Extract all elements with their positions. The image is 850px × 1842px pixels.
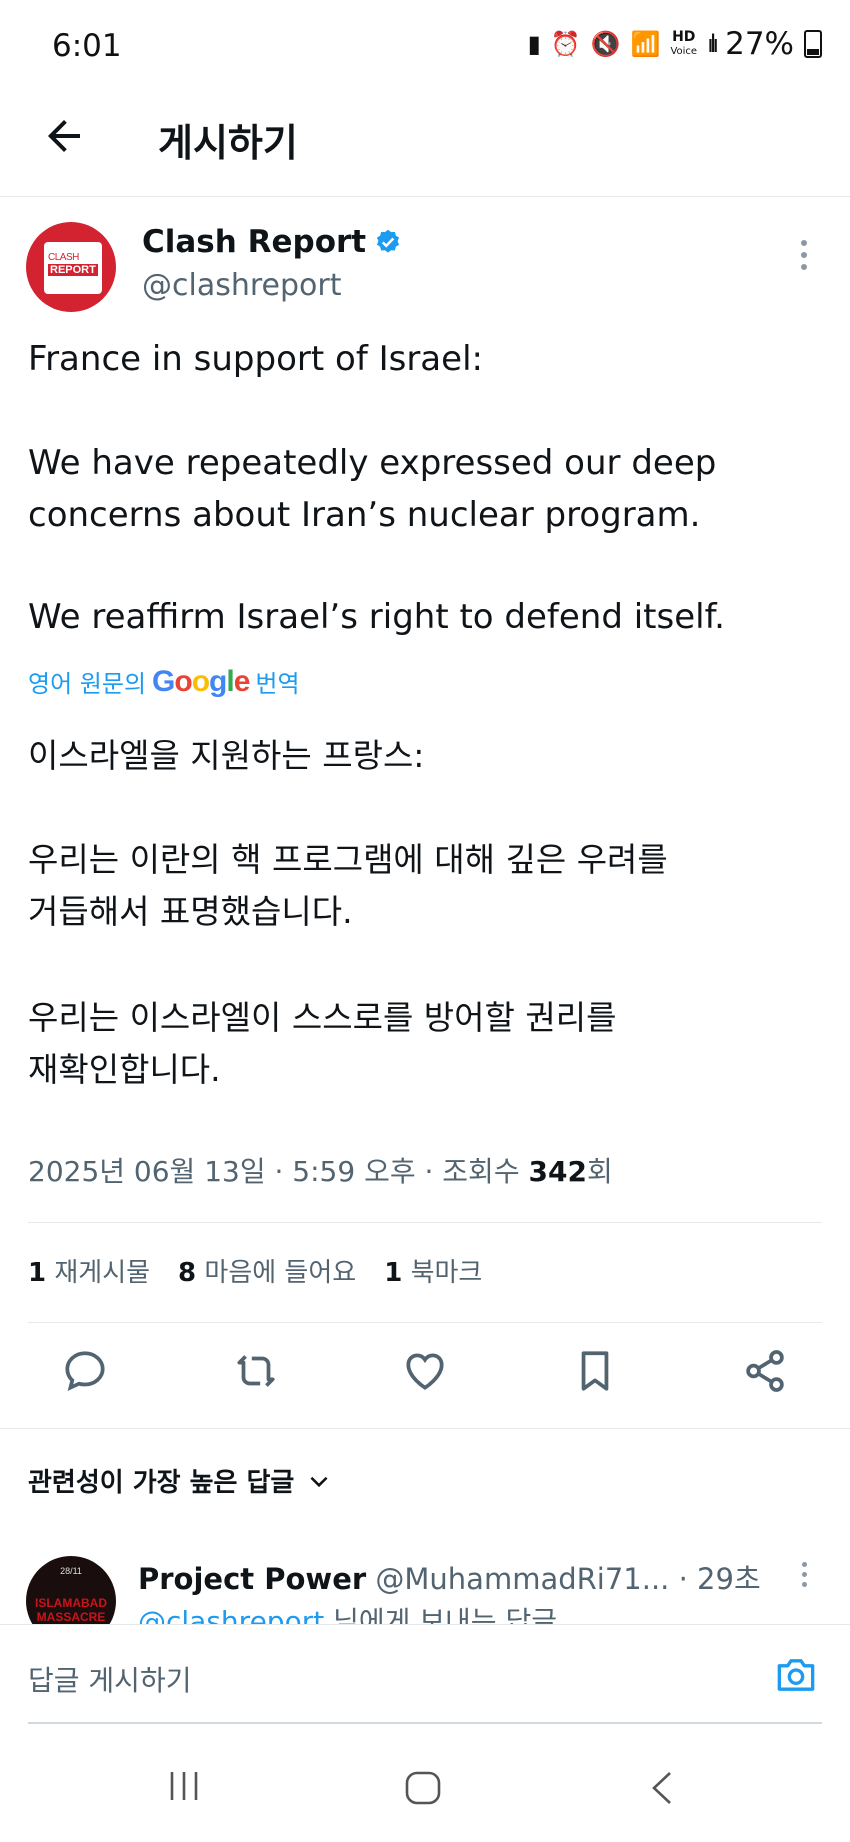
- camera-icon[interactable]: [774, 1655, 818, 1695]
- bookmark-icon[interactable]: [570, 1346, 620, 1396]
- reposts-stat[interactable]: 1 재게시물: [28, 1252, 150, 1289]
- chevron-down-icon: [310, 1476, 328, 1487]
- recent-apps-icon[interactable]: [166, 1770, 202, 1802]
- network-label: HD Voice: [670, 28, 698, 57]
- post-text-line: We reaffirm Israel’s right to defend its…: [28, 597, 725, 637]
- bookmarks-stat[interactable]: 1 북마크: [384, 1252, 482, 1289]
- system-nav-bar: [0, 1740, 850, 1842]
- author-handle[interactable]: @clashreport: [142, 268, 341, 303]
- engagement-stats: 1 재게시물 8 마음에 들어요 1 북마크: [28, 1252, 482, 1289]
- translated-line: 우리는 이란의 핵 프로그램에 대해 깊은 우려를: [28, 840, 668, 879]
- translated-line: 재확인합니다.: [28, 1050, 221, 1089]
- verified-badge-icon: [377, 229, 400, 253]
- battery-saver-icon: ▮: [527, 30, 541, 58]
- repost-icon[interactable]: [231, 1346, 281, 1396]
- reply-composer[interactable]: 답글 게시하기: [0, 1624, 850, 1725]
- view-count: 342: [528, 1155, 587, 1188]
- status-bar: 6:01 ▮ ⏰ 🔇 📶 HD Voice ılı 27%: [0, 0, 850, 92]
- post-text-line: concerns about Iran’s nuclear program.: [28, 495, 701, 535]
- reply-sort-dropdown[interactable]: 관련성이 가장 높은 답글: [28, 1462, 332, 1499]
- translated-line: 우리는 이스라엘이 스스로를 방어할 권리를: [28, 998, 617, 1037]
- google-logo: Google: [152, 664, 250, 698]
- home-icon[interactable]: [404, 1770, 442, 1806]
- back-nav-icon[interactable]: [648, 1770, 676, 1806]
- translation-attribution[interactable]: 영어 원문의 Google 번역: [28, 664, 300, 699]
- divider: [28, 1222, 822, 1223]
- battery-icon: [804, 30, 822, 58]
- reply-input[interactable]: 답글 게시하기: [28, 1659, 191, 1699]
- replying-to: @clashreport 님에게 보내는 답글: [138, 1605, 557, 1624]
- translated-line: 이스라엘을 지원하는 프랑스:: [28, 736, 425, 775]
- back-arrow-icon[interactable]: [40, 112, 88, 160]
- divider: [28, 1322, 822, 1323]
- author-name[interactable]: Clash Report: [142, 224, 402, 260]
- reply-input-underline: [28, 1722, 822, 1724]
- reply-more-options-icon[interactable]: [797, 1562, 811, 1592]
- more-options-icon[interactable]: [797, 240, 811, 280]
- likes-stat[interactable]: 8 마음에 들어요: [178, 1252, 356, 1289]
- author-avatar[interactable]: CLASH REPORT: [26, 222, 116, 312]
- translated-line: 거듭해서 표명했습니다.: [28, 892, 353, 931]
- alarm-icon: ⏰: [550, 30, 581, 58]
- reply-icon[interactable]: [60, 1346, 110, 1396]
- post-text-line: France in support of Israel:: [28, 339, 483, 379]
- status-time: 6:01: [52, 28, 122, 64]
- battery-percent: 27%: [725, 26, 794, 62]
- share-icon[interactable]: [740, 1346, 790, 1396]
- mute-icon: 🔇: [590, 30, 621, 58]
- signal-icon: ılı: [707, 30, 719, 58]
- divider: [0, 1428, 850, 1429]
- post-metadata: 2025년 06월 13일 · 5:59 오후 · 조회수 342회: [28, 1155, 613, 1188]
- action-bar: [0, 1346, 850, 1406]
- top-bar: 게시하기: [0, 92, 850, 197]
- status-icons: ▮ ⏰ 🔇 📶 HD Voice ılı 27%: [528, 26, 822, 62]
- post-text-line: We have repeatedly expressed our deep: [28, 443, 717, 483]
- wifi-icon: 📶: [630, 30, 661, 58]
- like-icon[interactable]: [400, 1346, 450, 1396]
- page-title: 게시하기: [158, 121, 298, 165]
- reply-author[interactable]: Project Power @MuhammadRi71... · 29초: [138, 1556, 761, 1598]
